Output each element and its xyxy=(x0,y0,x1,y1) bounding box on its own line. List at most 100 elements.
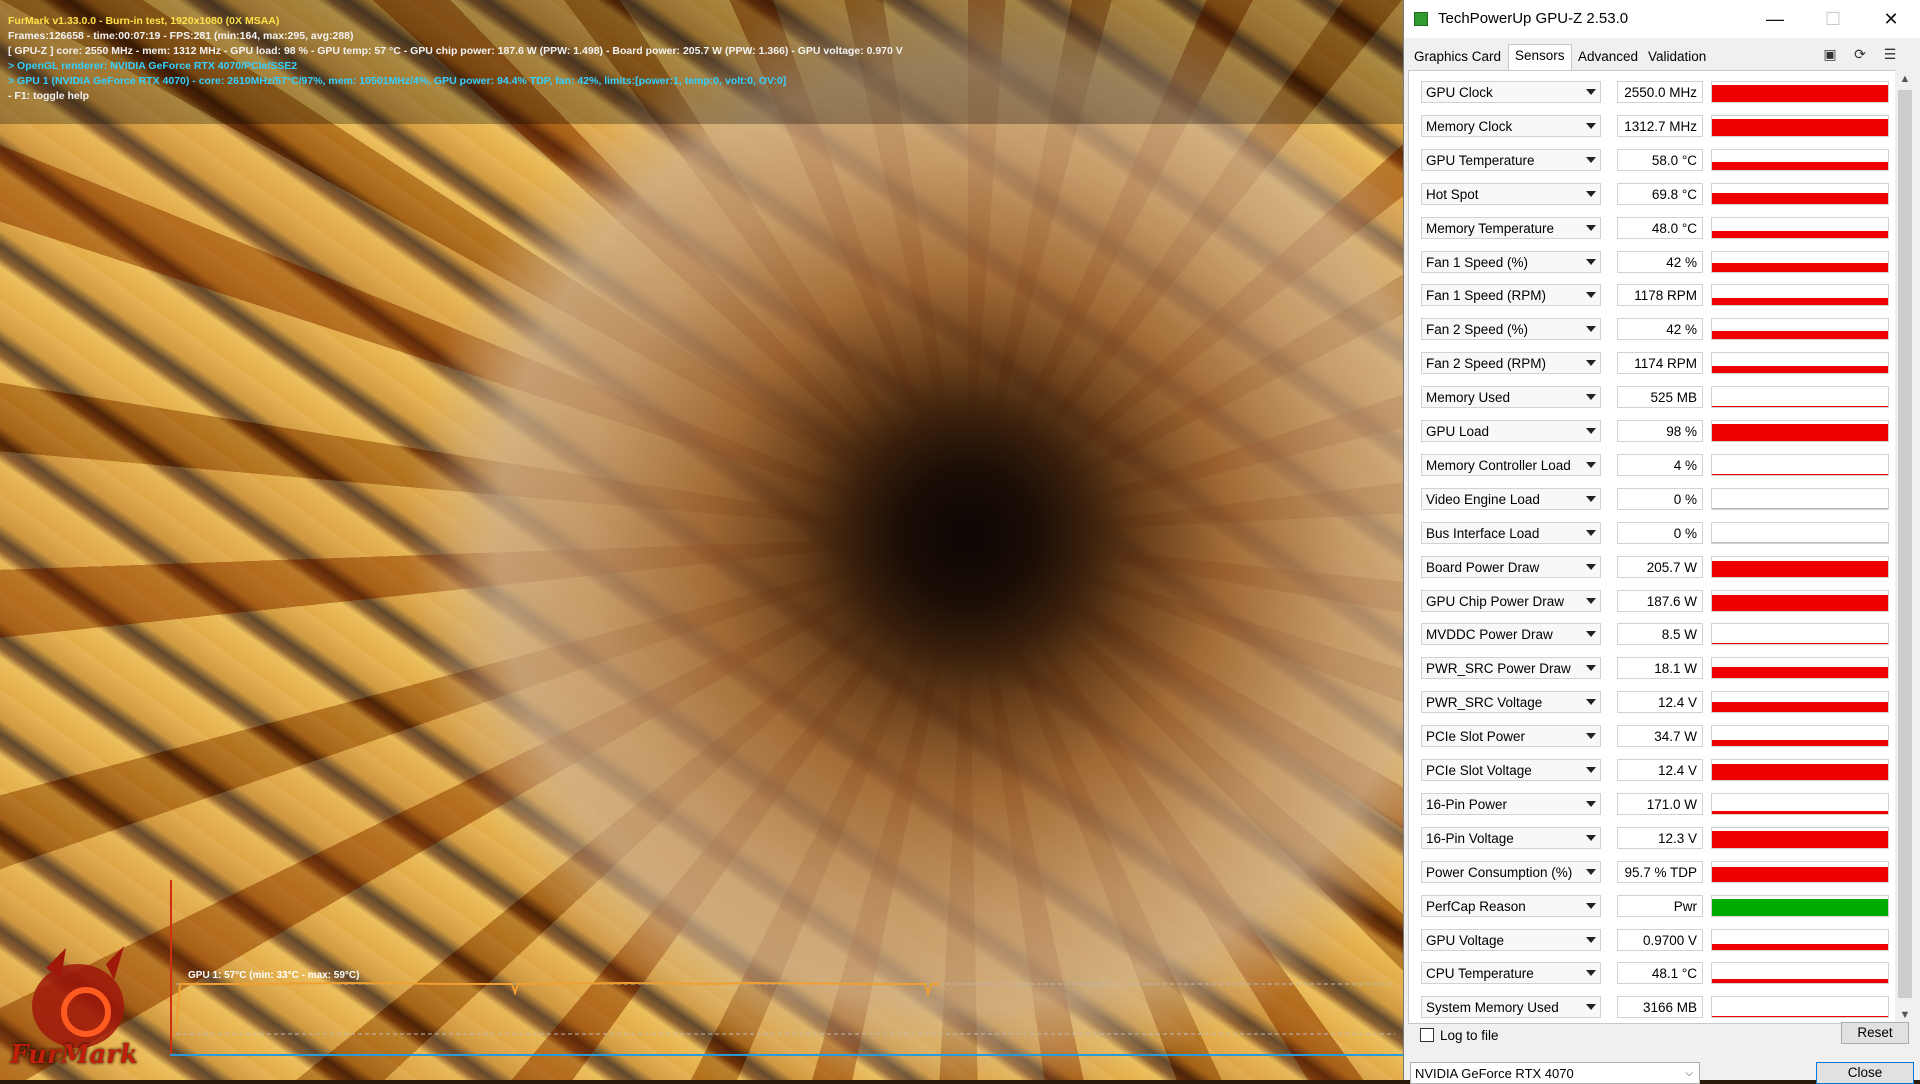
dropdown-arrow-icon[interactable] xyxy=(1586,563,1596,570)
sensor-graph[interactable] xyxy=(1711,453,1889,476)
sensor-graph[interactable] xyxy=(1711,623,1889,646)
tab-graphics-card[interactable]: Graphics Card xyxy=(1408,46,1507,68)
dropdown-arrow-icon[interactable] xyxy=(1586,834,1596,841)
dropdown-arrow-icon[interactable] xyxy=(1586,665,1596,672)
reset-button[interactable]: Reset xyxy=(1841,1022,1909,1044)
sensor-name-dropdown[interactable]: PerfCap Reason xyxy=(1421,894,1601,917)
gpuz-titlebar[interactable]: TechPowerUp GPU-Z 2.53.0 — ☐ ✕ xyxy=(1404,0,1920,38)
sensor-graph[interactable] xyxy=(1711,487,1889,510)
sensor-graph[interactable] xyxy=(1711,420,1889,442)
dropdown-arrow-icon[interactable] xyxy=(1586,461,1596,468)
sensor-scrollbar[interactable]: ▲ ▼ xyxy=(1895,70,1915,1024)
sensor-graph[interactable] xyxy=(1711,148,1889,171)
dropdown-arrow-icon[interactable] xyxy=(1586,258,1596,265)
scroll-up-icon[interactable]: ▲ xyxy=(1895,70,1915,88)
dropdown-arrow-icon[interactable] xyxy=(1586,902,1596,909)
dropdown-arrow-icon[interactable] xyxy=(1586,767,1596,773)
dropdown-arrow-icon[interactable] xyxy=(1586,326,1596,333)
sensor-name-dropdown[interactable]: MVDDC Power Draw xyxy=(1421,623,1601,646)
sensor-name-dropdown[interactable]: PWR_SRC Voltage xyxy=(1421,691,1601,714)
log-to-file-checkbox[interactable] xyxy=(1420,1028,1434,1042)
sensor-name-dropdown[interactable]: GPU Chip Power Draw xyxy=(1421,589,1601,612)
dropdown-arrow-icon[interactable] xyxy=(1586,360,1596,367)
sensor-name-dropdown[interactable]: PCIe Slot Power xyxy=(1421,725,1601,748)
close-button[interactable]: Close xyxy=(1816,1062,1914,1084)
sensor-graph[interactable] xyxy=(1711,996,1889,1019)
sensor-name-dropdown[interactable]: Fan 2 Speed (%) xyxy=(1421,318,1601,341)
maximize-button[interactable]: ☐ xyxy=(1804,0,1862,38)
dropdown-arrow-icon[interactable] xyxy=(1586,597,1596,604)
sensor-graph[interactable] xyxy=(1711,182,1889,205)
close-window-button[interactable]: ✕ xyxy=(1862,0,1920,38)
sensor-name-dropdown[interactable]: Fan 1 Speed (RPM) xyxy=(1421,284,1601,307)
sensor-graph[interactable] xyxy=(1711,860,1889,883)
sensor-graph[interactable] xyxy=(1711,114,1889,137)
dropdown-arrow-icon[interactable] xyxy=(1586,1004,1596,1011)
sensor-graph[interactable] xyxy=(1711,725,1889,748)
sensor-graph[interactable] xyxy=(1711,894,1889,917)
sensor-graph[interactable] xyxy=(1711,691,1889,714)
sensor-name-dropdown[interactable]: PCIe Slot Voltage xyxy=(1421,759,1601,781)
sensor-name-dropdown[interactable]: Memory Controller Load xyxy=(1421,453,1601,476)
dropdown-arrow-icon[interactable] xyxy=(1586,631,1596,638)
sensor-name-dropdown[interactable]: System Memory Used xyxy=(1421,996,1601,1019)
sensor-name-dropdown[interactable]: GPU Load xyxy=(1421,420,1601,442)
sensor-name-dropdown[interactable]: CPU Temperature xyxy=(1421,962,1601,985)
sensor-name-dropdown[interactable]: PWR_SRC Power Draw xyxy=(1421,657,1601,680)
dropdown-arrow-icon[interactable] xyxy=(1586,292,1596,299)
sensor-graph[interactable] xyxy=(1711,352,1889,375)
sensor-graph[interactable] xyxy=(1711,284,1889,307)
sensor-name-dropdown[interactable]: Bus Interface Load xyxy=(1421,521,1601,544)
sensor-name-dropdown[interactable]: Memory Clock xyxy=(1421,114,1601,137)
dropdown-arrow-icon[interactable] xyxy=(1586,190,1596,197)
tab-sensors[interactable]: Sensors xyxy=(1508,44,1572,70)
refresh-icon[interactable]: ⟳ xyxy=(1850,44,1870,64)
minimize-button[interactable]: — xyxy=(1746,0,1804,38)
dropdown-arrow-icon[interactable] xyxy=(1586,122,1596,129)
scroll-thumb[interactable] xyxy=(1898,90,1912,998)
dropdown-arrow-icon[interactable] xyxy=(1586,800,1596,807)
sensor-name-dropdown[interactable]: Memory Used xyxy=(1421,386,1601,409)
dropdown-arrow-icon[interactable] xyxy=(1586,156,1596,163)
dropdown-arrow-icon[interactable] xyxy=(1586,394,1596,401)
sensor-name-dropdown[interactable]: Fan 2 Speed (RPM) xyxy=(1421,352,1601,375)
sensor-graph[interactable] xyxy=(1711,589,1889,612)
sensor-name-dropdown[interactable]: Fan 1 Speed (%) xyxy=(1421,250,1601,273)
dropdown-arrow-icon[interactable] xyxy=(1586,970,1596,977)
tab-advanced[interactable]: Advanced xyxy=(1572,46,1644,68)
camera-icon[interactable]: ▣ xyxy=(1820,44,1840,64)
dropdown-arrow-icon[interactable] xyxy=(1586,89,1596,95)
menu-icon[interactable]: ☰ xyxy=(1880,44,1900,64)
sensor-graph[interactable] xyxy=(1711,962,1889,985)
dropdown-arrow-icon[interactable] xyxy=(1586,733,1596,740)
sensor-graph[interactable] xyxy=(1711,792,1889,815)
sensor-graph[interactable] xyxy=(1711,216,1889,239)
dropdown-arrow-icon[interactable] xyxy=(1586,868,1596,875)
sensor-name-dropdown[interactable]: Board Power Draw xyxy=(1421,555,1601,578)
sensor-name-dropdown[interactable]: 16-Pin Power xyxy=(1421,792,1601,815)
sensor-graph[interactable] xyxy=(1711,555,1889,578)
gpu-select-dropdown[interactable]: NVIDIA GeForce RTX 4070 ⌵ xyxy=(1410,1062,1700,1084)
sensor-name-dropdown[interactable]: Hot Spot xyxy=(1421,182,1601,205)
sensor-name-dropdown[interactable]: GPU Temperature xyxy=(1421,148,1601,171)
sensor-name-dropdown[interactable]: Video Engine Load xyxy=(1421,487,1601,510)
dropdown-arrow-icon[interactable] xyxy=(1586,529,1596,536)
sensor-name-dropdown[interactable]: Power Consumption (%) xyxy=(1421,860,1601,883)
sensor-graph[interactable] xyxy=(1711,318,1889,341)
sensor-name-dropdown[interactable]: GPU Voltage xyxy=(1421,928,1601,951)
dropdown-arrow-icon[interactable] xyxy=(1586,428,1596,434)
sensor-graph[interactable] xyxy=(1711,759,1889,781)
sensor-name-dropdown[interactable]: 16-Pin Voltage xyxy=(1421,826,1601,849)
sensor-graph[interactable] xyxy=(1711,928,1889,951)
sensor-graph[interactable] xyxy=(1711,521,1889,544)
dropdown-arrow-icon[interactable] xyxy=(1586,936,1596,943)
tab-validation[interactable]: Validation xyxy=(1642,46,1712,68)
sensor-name-dropdown[interactable]: Memory Temperature xyxy=(1421,216,1601,239)
dropdown-arrow-icon[interactable] xyxy=(1586,224,1596,231)
sensor-graph[interactable] xyxy=(1711,657,1889,680)
dropdown-arrow-icon[interactable] xyxy=(1586,495,1596,502)
sensor-graph[interactable] xyxy=(1711,826,1889,849)
sensor-graph[interactable] xyxy=(1711,386,1889,409)
sensor-graph[interactable] xyxy=(1711,250,1889,273)
dropdown-arrow-icon[interactable] xyxy=(1586,699,1596,706)
